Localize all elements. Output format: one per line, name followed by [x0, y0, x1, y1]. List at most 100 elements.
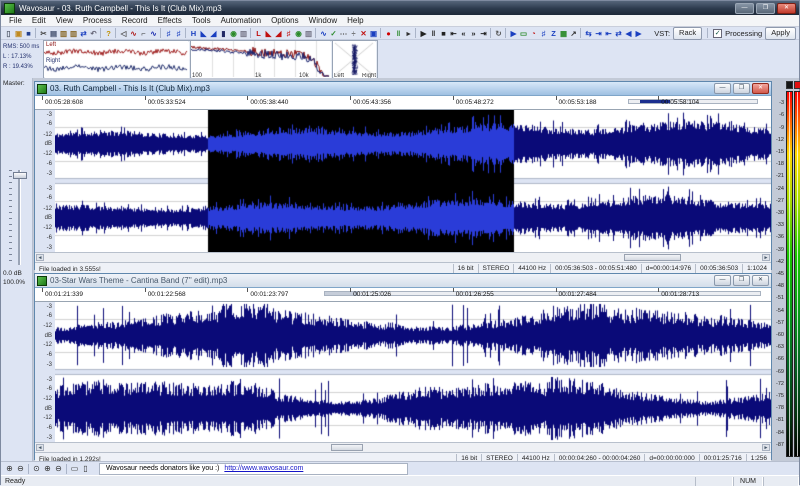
loop-points-icon[interactable]: ♯: [283, 28, 293, 39]
channel-left-icon[interactable]: ⇤: [603, 28, 613, 39]
channel-swap-icon[interactable]: ⇆: [583, 28, 593, 39]
document-window-1[interactable]: 03. Ruth Campbell - This Is It (Club Mix…: [34, 81, 772, 270]
play-icon[interactable]: ▶: [418, 28, 428, 39]
loop-trash-icon[interactable]: ▥: [303, 28, 313, 39]
undo-icon[interactable]: ↶: [88, 28, 98, 39]
window1-restore-button[interactable]: ❐: [733, 83, 750, 94]
window2-waveform[interactable]: [55, 302, 771, 442]
minimize-button[interactable]: —: [735, 3, 754, 14]
menu-file[interactable]: File: [4, 16, 27, 25]
master-slider-track[interactable]: [18, 170, 21, 265]
menu-effects[interactable]: Effects: [153, 16, 187, 25]
clip-indicator-right[interactable]: [794, 81, 800, 89]
window2-timeline-ruler[interactable]: 00:01:21:33900:01:22:56800:01:23:79700:0…: [35, 288, 771, 302]
menu-view[interactable]: View: [51, 16, 78, 25]
menu-edit[interactable]: Edit: [27, 16, 51, 25]
menu-tools[interactable]: Tools: [187, 16, 216, 25]
play-selection-icon[interactable]: ▶: [508, 28, 518, 39]
loop-lock-icon[interactable]: ◉: [293, 28, 303, 39]
marker-delete-icon[interactable]: ◢: [208, 28, 218, 39]
scroll-right-arrow[interactable]: ►: [762, 254, 770, 261]
nudge-right-icon[interactable]: ▶: [633, 28, 643, 39]
window2-restore-button[interactable]: ❐: [733, 275, 750, 286]
insert-silence-icon[interactable]: ♯: [163, 28, 173, 39]
goniometer-panel[interactable]: Left Right: [332, 40, 378, 80]
go-end-icon[interactable]: ⇥: [478, 28, 488, 39]
menu-record[interactable]: Record: [117, 16, 153, 25]
menu-automation[interactable]: Automation: [216, 16, 266, 25]
scroll-right-arrow[interactable]: ►: [762, 444, 770, 451]
batch-icon[interactable]: ▦: [558, 28, 568, 39]
window1-wave-view[interactable]: -3-6-12dB-12-6-3-3-6-12dB-12-6-3: [35, 110, 771, 252]
stop-icon[interactable]: ■: [438, 28, 448, 39]
swap-channels-icon[interactable]: ⇄: [78, 28, 88, 39]
marker-trash-icon[interactable]: ▥: [238, 28, 248, 39]
insert-file-icon[interactable]: ♯: [173, 28, 183, 39]
zoom-selection-icon[interactable]: ⊙: [31, 463, 42, 474]
freehand-icon[interactable]: ∿: [318, 28, 328, 39]
window2-hscroll-thumb[interactable]: [331, 444, 363, 451]
maximize-button[interactable]: ❐: [756, 3, 775, 14]
processing-checkbox[interactable]: ✓: [713, 29, 722, 38]
paste-icon[interactable]: ▥: [58, 28, 68, 39]
fast-forward-icon[interactable]: »: [468, 28, 478, 39]
vst-rack-button[interactable]: Rack: [673, 27, 702, 40]
zoom-vertical-in-icon[interactable]: ⊕: [42, 463, 53, 474]
validate-icon[interactable]: ✓: [328, 28, 338, 39]
snap-icon[interactable]: ÷: [348, 28, 358, 39]
draw-wave-icon[interactable]: ∿: [128, 28, 138, 39]
window1-waveform[interactable]: [55, 110, 771, 252]
spectrum-panel[interactable]: 100 1k 10k: [190, 40, 333, 80]
resample-icon[interactable]: ♯: [538, 28, 548, 39]
help-icon[interactable]: ?: [103, 28, 113, 39]
menu-window[interactable]: Window: [304, 16, 342, 25]
channel-both-icon[interactable]: ⇄: [613, 28, 623, 39]
menu-help[interactable]: Help: [342, 16, 368, 25]
loop-end-icon[interactable]: ◢: [273, 28, 283, 39]
window2-hscrollbar[interactable]: ◄ ►: [35, 442, 771, 452]
menu-process[interactable]: Process: [78, 16, 117, 25]
document-window-2[interactable]: 03-Star Wars Theme - Cantina Band (7'' e…: [34, 273, 772, 460]
delete-icon[interactable]: ✕: [358, 28, 368, 39]
zoom-vertical-out-icon[interactable]: ⊖: [53, 463, 64, 474]
apply-button[interactable]: Apply: [765, 27, 796, 40]
zoom-all-icon[interactable]: ▭: [69, 463, 80, 474]
window1-close-button[interactable]: ✕: [752, 83, 769, 94]
copy-icon[interactable]: ▤: [48, 28, 58, 39]
record-options-icon[interactable]: ◔: [528, 28, 538, 39]
marker-add-icon[interactable]: ◣: [198, 28, 208, 39]
master-slider-thumb[interactable]: [13, 172, 27, 179]
scroll-left-arrow[interactable]: ◄: [36, 254, 44, 261]
oscilloscope-panel[interactable]: Left Right: [43, 40, 191, 80]
marker-h-icon[interactable]: H: [188, 28, 198, 39]
record-pause-icon[interactable]: ‖: [393, 28, 403, 39]
save-file-icon[interactable]: ■: [23, 28, 33, 39]
zero-cross-icon[interactable]: Z: [548, 28, 558, 39]
clip-indicator-left[interactable]: [786, 81, 793, 89]
window2-close-button[interactable]: ✕: [752, 275, 769, 286]
window2-minimize-button[interactable]: —: [714, 275, 731, 286]
window2-wave-view[interactable]: -3-6-12dB-12-6-3-3-6-12dB-12-6-3: [35, 302, 771, 442]
nudge-left-icon[interactable]: ◀: [623, 28, 633, 39]
record-icon[interactable]: ●: [383, 28, 393, 39]
more-options-icon[interactable]: ⋯: [338, 28, 348, 39]
draw-envelope-icon[interactable]: ∿: [148, 28, 158, 39]
menu-options[interactable]: Options: [266, 16, 304, 25]
window1-hscroll-thumb[interactable]: [624, 254, 681, 261]
window1-timeline-ruler[interactable]: 00:05:28:60800:05:33:52400:05:38:44000:0…: [35, 96, 771, 110]
new-file-icon[interactable]: ▯: [3, 28, 13, 39]
mic-input-icon[interactable]: ↗: [568, 28, 578, 39]
region-icon[interactable]: ▮: [218, 28, 228, 39]
open-file-icon[interactable]: ▣: [13, 28, 23, 39]
close-button[interactable]: ✕: [777, 3, 796, 14]
play-from-cursor-icon[interactable]: ▸: [403, 28, 413, 39]
playlist-icon[interactable]: ▭: [518, 28, 528, 39]
window1-minimize-button[interactable]: —: [714, 83, 731, 94]
go-start-icon[interactable]: ⇤: [448, 28, 458, 39]
rewind-icon[interactable]: «: [458, 28, 468, 39]
zoom-out-icon[interactable]: ⊖: [15, 463, 26, 474]
window2-title-bar[interactable]: 03-Star Wars Theme - Cantina Band (7'' e…: [35, 274, 771, 288]
loop-playback-icon[interactable]: ↻: [493, 28, 503, 39]
cut-icon[interactable]: ✂: [38, 28, 48, 39]
window1-hscrollbar[interactable]: ◄ ►: [35, 252, 771, 262]
